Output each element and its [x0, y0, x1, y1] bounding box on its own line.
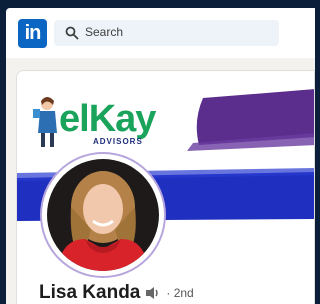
search-placeholder: Search	[85, 25, 124, 39]
top-navigation-bar: in Search	[6, 8, 315, 58]
search-icon	[65, 26, 79, 40]
profile-name-row: Lisa Kanda · 2nd	[39, 281, 194, 304]
profile-name: Lisa Kanda	[39, 282, 141, 303]
profile-photo-frame[interactable]	[42, 154, 164, 276]
brand-logo-subtitle: ADVISORS	[93, 137, 143, 146]
name-pronunciation-speaker-icon[interactable]	[144, 285, 162, 301]
profile-card: elKay ADVISORS Lisa Kanda · 2nd	[16, 70, 315, 304]
connection-degree: · 2nd	[166, 286, 194, 300]
profile-photo[interactable]	[47, 159, 159, 271]
search-bar[interactable]: Search	[54, 20, 279, 46]
main-content: elKay ADVISORS Lisa Kanda · 2nd	[6, 58, 315, 304]
linkedin-logo[interactable]: in	[18, 19, 47, 48]
brand-logo-text: elKay	[59, 98, 156, 140]
